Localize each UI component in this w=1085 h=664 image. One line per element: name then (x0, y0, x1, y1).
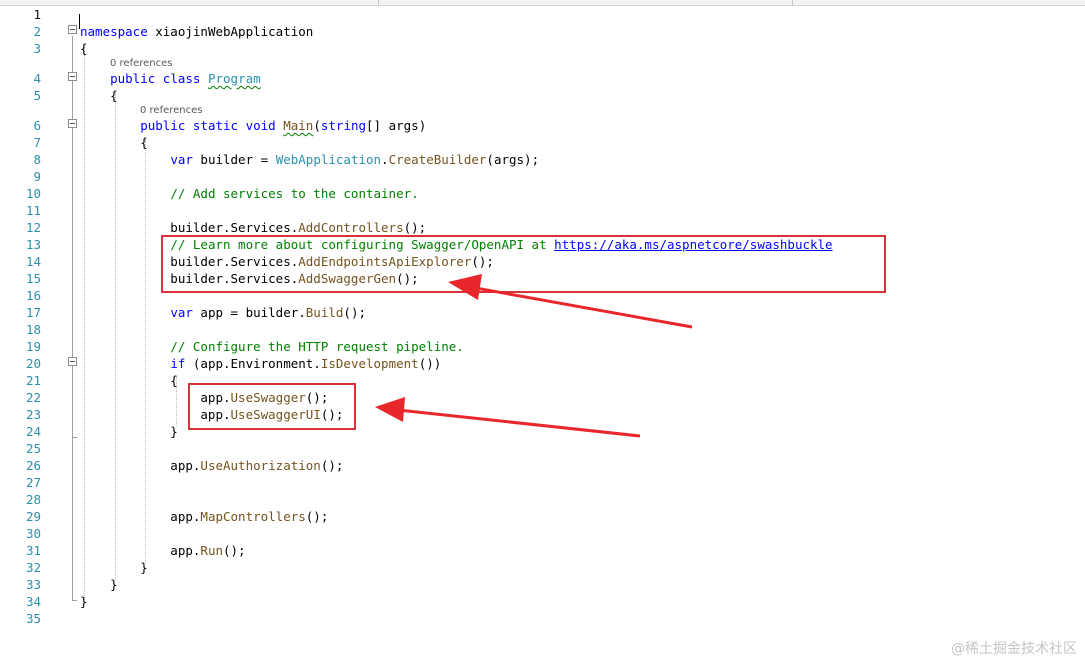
annotation-arrows (375, 274, 693, 438)
arrow-icon (448, 274, 693, 329)
arrow-icon (375, 397, 641, 438)
code-editor[interactable]: 0 references 0 references 1 2 namespace xi… (0, 6, 1085, 664)
watermark: @稀土掘金技术社区 (951, 641, 1077, 657)
